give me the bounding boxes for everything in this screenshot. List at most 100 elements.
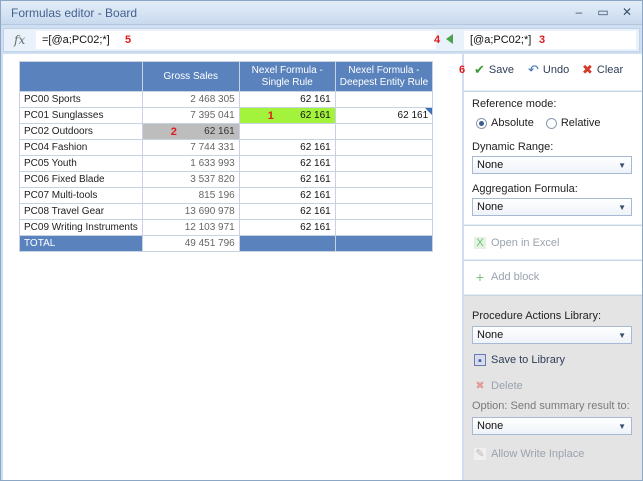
radio-relative[interactable]: Relative	[545, 117, 601, 129]
summary-label: Option: Send summary result to:	[472, 400, 630, 412]
cell-gross-sales[interactable]: 12 103 971	[141, 219, 240, 236]
reference-mode-options: Absolute Relative	[476, 117, 601, 129]
table-row[interactable]: PC08 Travel Gear 13 690 978 62 161	[19, 203, 434, 220]
total-gross-sales[interactable]: 49 451 796	[141, 235, 240, 252]
cell-gross-sales[interactable]: 815 196	[141, 187, 240, 204]
cell-single-rule-selected[interactable]: 1 62 161	[238, 107, 336, 124]
cell-single-rule[interactable]: 62 161	[238, 91, 336, 108]
table-row[interactable]: PC06 Fixed Blade 3 537 820 62 161	[19, 171, 434, 188]
panel-toolbar: 6 ✔ Save ↶ Undo ✖ Clear	[459, 54, 642, 90]
table-row[interactable]: PC04 Fashion 7 744 331 62 161	[19, 139, 434, 156]
cell-single-rule[interactable]: 62 161	[238, 203, 336, 220]
cell-single-rule[interactable]: 62 161	[238, 187, 336, 204]
checkmark-icon: ✔	[474, 62, 485, 77]
total-deepest-rule[interactable]	[334, 235, 434, 252]
header-single-rule[interactable]: Nexel Formula - Single Rule	[238, 61, 336, 92]
cell-deepest-rule[interactable]: 62 161	[334, 107, 434, 124]
dynamic-range-label: Dynamic Range:	[472, 141, 554, 153]
insert-arrow-icon[interactable]	[446, 34, 453, 44]
header-single-rule-line2: Single Rule	[261, 76, 313, 88]
row-label: PC00 Sports	[19, 91, 143, 108]
summary-select[interactable]: None ▼	[472, 417, 632, 435]
open-in-excel-button[interactable]: X Open in Excel	[474, 237, 559, 249]
cell-single-rule[interactable]: 62 161	[238, 171, 336, 188]
cell-deepest-rule[interactable]	[334, 123, 434, 140]
table-row[interactable]: PC05 Youth 1 633 993 62 161	[19, 155, 434, 172]
table-row[interactable]: PC07 Multi-tools 815 196 62 161	[19, 187, 434, 204]
save-label: Save	[488, 63, 514, 76]
row-label: PC04 Fashion	[19, 139, 143, 156]
summary-value: None	[477, 420, 504, 432]
cell-deepest-rule[interactable]	[334, 139, 434, 156]
cell-gross-sales[interactable]: 3 537 820	[141, 171, 240, 188]
minimize-icon[interactable]: ‒	[572, 4, 586, 20]
cell-deepest-rule[interactable]	[334, 91, 434, 108]
maximize-icon[interactable]: ▭	[596, 4, 610, 20]
cell-gross-sales[interactable]: 13 690 978	[141, 203, 240, 220]
clear-x-icon: ✖	[582, 62, 593, 77]
radio-absolute[interactable]: Absolute	[476, 117, 534, 129]
row-label: PC06 Fixed Blade	[19, 171, 143, 188]
aggregation-select[interactable]: None ▼	[472, 198, 632, 216]
dynamic-range-select[interactable]: None ▼	[472, 156, 632, 174]
undo-label: Undo	[542, 63, 570, 76]
close-icon[interactable]: ✕	[620, 4, 634, 20]
open-in-excel-label: Open in Excel	[491, 237, 560, 249]
save-to-library-button[interactable]: ▪ Save to Library	[474, 354, 565, 367]
clear-button[interactable]: ✖ Clear	[582, 63, 623, 76]
procedure-library-label: Procedure Actions Library:	[472, 310, 602, 322]
cell-gross-sales[interactable]: 1 633 993	[141, 155, 240, 172]
table-row[interactable]: PC00 Sports 2 468 305 62 161	[19, 91, 434, 108]
cell-deepest-rule[interactable]	[334, 155, 434, 172]
plus-icon: +	[475, 269, 485, 285]
cell-deepest-rule[interactable]	[334, 203, 434, 220]
library-section: Procedure Actions Library: None ▼ ▪ Save…	[464, 295, 642, 480]
data-grid: Gross Sales Nexel Formula - Single Rule …	[19, 61, 434, 252]
grid-area: Gross Sales Nexel Formula - Single Rule …	[3, 54, 462, 480]
aggregation-value: None	[477, 201, 504, 213]
cell-single-rule[interactable]: 62 161	[238, 139, 336, 156]
delete-label: Delete	[491, 380, 523, 392]
header-deepest-line1: Nexel Formula -	[348, 64, 420, 76]
save-button[interactable]: ✔ Save	[474, 63, 514, 76]
aggregation-label: Aggregation Formula:	[472, 183, 578, 195]
cell-gross-sales[interactable]: 2 468 305	[141, 91, 240, 108]
excel-icon: X	[474, 237, 486, 249]
marker-2: 2	[170, 126, 177, 138]
table-row[interactable]: PC09 Writing Instruments 12 103 971 62 1…	[19, 219, 434, 236]
procedure-library-select[interactable]: None ▼	[472, 326, 632, 344]
undo-button[interactable]: ↶ Undo	[528, 63, 569, 76]
header-deepest-line2: Deepest Entity Rule	[339, 76, 429, 88]
add-block-section: + Add block	[464, 260, 642, 294]
cell-gross-sales[interactable]: 7 395 041	[141, 107, 240, 124]
chevron-down-icon: ▼	[618, 331, 626, 340]
reference-mode-label: Reference mode:	[472, 98, 557, 110]
table-row[interactable]: PC01 Sunglasses 7 395 041 1 62 161 62 16…	[19, 107, 434, 124]
allow-write-inplace-button[interactable]: ✎ Allow Write Inplace	[474, 448, 584, 460]
add-block-button[interactable]: + Add block	[474, 269, 539, 285]
formula-input[interactable]	[36, 31, 436, 49]
cell-value: 62 161	[204, 126, 235, 137]
reference-input[interactable]	[464, 31, 636, 49]
save-to-library-label: Save to Library	[491, 354, 565, 366]
cell-gross-sales[interactable]: 7 744 331	[141, 139, 240, 156]
header-deepest-rule[interactable]: Nexel Formula - Deepest Entity Rule	[334, 61, 434, 92]
total-row[interactable]: TOTAL 49 451 796	[19, 235, 434, 252]
cell-deepest-rule[interactable]	[334, 187, 434, 204]
header-gross-sales[interactable]: Gross Sales	[141, 61, 240, 92]
cell-single-rule[interactable]: 62 161	[238, 155, 336, 172]
marker-5: 5	[125, 34, 132, 46]
marker-4: 4	[434, 34, 441, 46]
total-single-rule[interactable]	[238, 235, 336, 252]
cell-deepest-rule[interactable]	[334, 219, 434, 236]
table-row[interactable]: PC02 Outdoors 2 62 161	[19, 123, 434, 140]
cell-deepest-rule[interactable]	[334, 171, 434, 188]
delete-button[interactable]: ✖ Delete	[474, 380, 523, 392]
cell-value: 62 161	[300, 110, 331, 121]
cell-single-rule[interactable]	[238, 123, 336, 140]
title-bar[interactable]: Formulas editor - Board ‒ ▭ ✕	[1, 1, 642, 25]
cell-single-rule[interactable]: 62 161	[238, 219, 336, 236]
allow-write-inplace-label: Allow Write Inplace	[491, 448, 585, 460]
row-label: PC01 Sunglasses	[19, 107, 143, 124]
cell-gross-sales-referenced[interactable]: 2 62 161	[141, 123, 240, 140]
